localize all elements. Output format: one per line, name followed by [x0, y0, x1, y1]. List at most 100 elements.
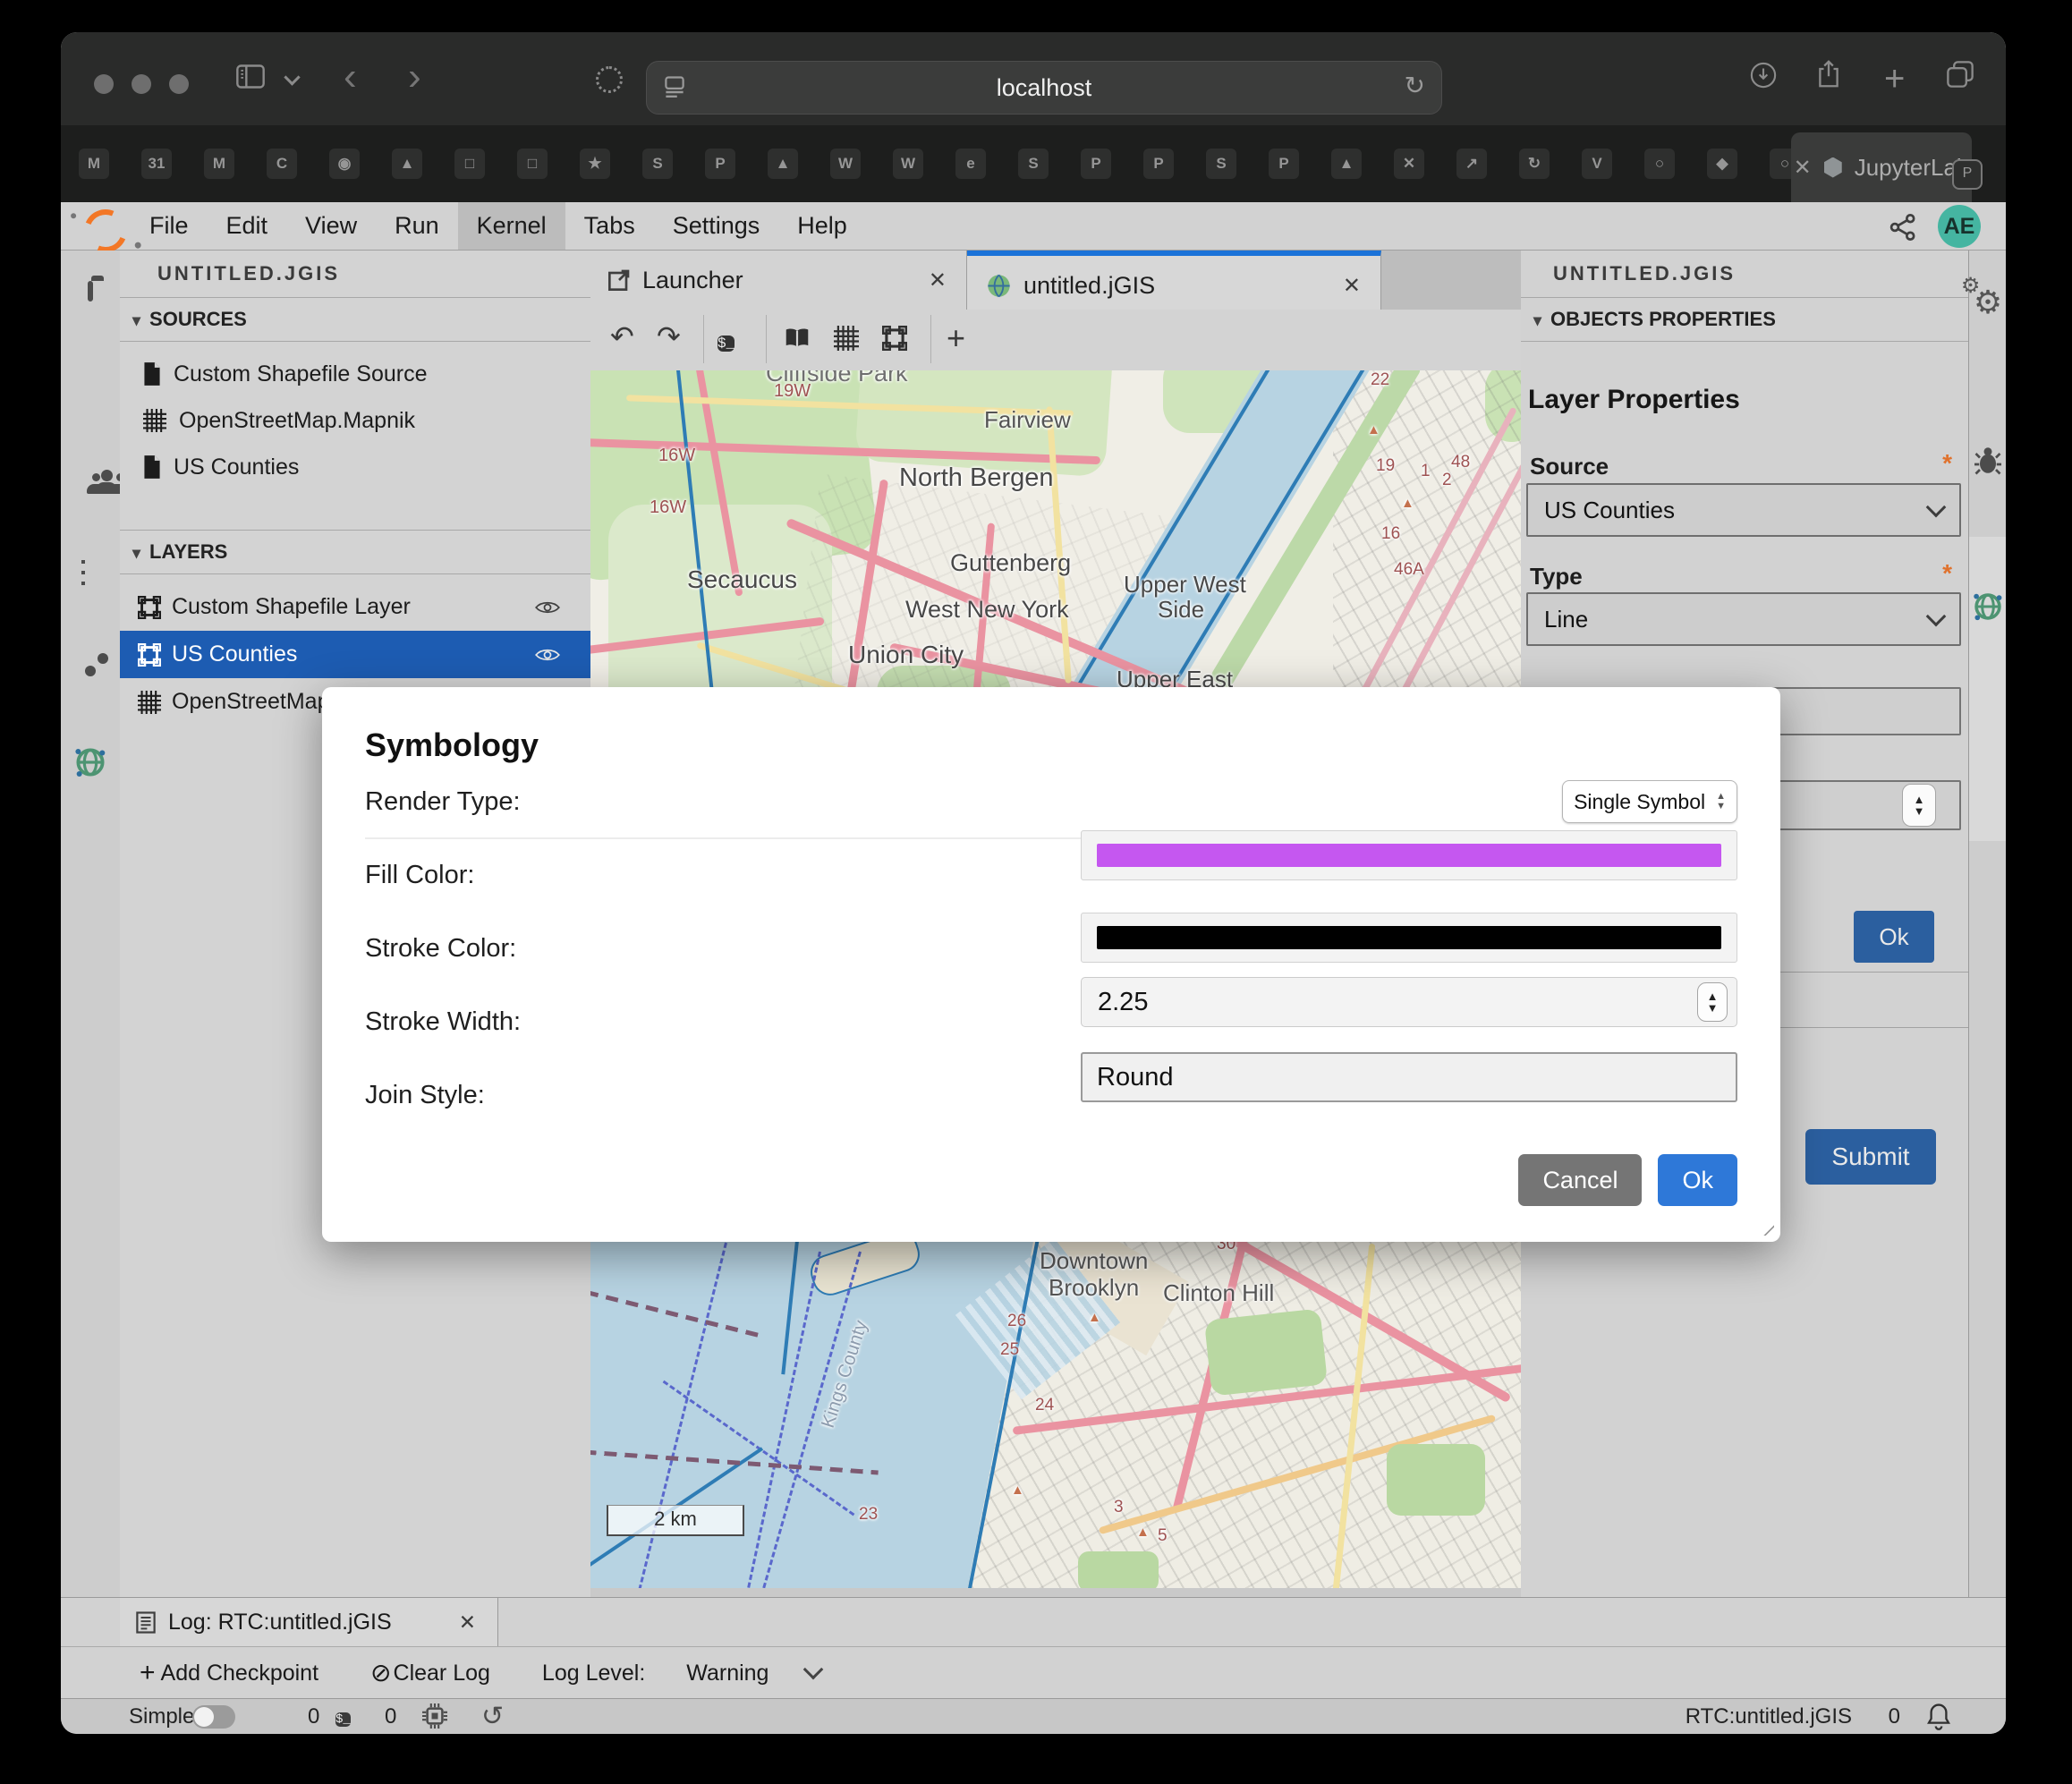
share-icon[interactable]	[1816, 59, 1841, 93]
source-select[interactable]: US Counties	[1526, 483, 1961, 537]
menu-help[interactable]: Help	[778, 202, 866, 250]
close-tab-icon[interactable]: ✕	[909, 268, 966, 293]
share-document-icon[interactable]	[1889, 214, 1916, 245]
log-console-tab[interactable]: Log: RTC:untitled.jGIS ✕	[120, 1598, 498, 1646]
new-tab-icon[interactable]: +	[1884, 61, 1905, 97]
close-tab-icon[interactable]: ✕	[437, 1610, 497, 1635]
favicon[interactable]: ▲	[1331, 149, 1362, 179]
add-layer-icon[interactable]: +	[947, 322, 965, 354]
submit-button[interactable]: Submit	[1805, 1129, 1936, 1185]
cancel-button[interactable]: Cancel	[1518, 1154, 1642, 1206]
refresh-icon[interactable]: ↻	[1405, 71, 1425, 100]
redo-icon[interactable]: ↷	[657, 322, 681, 351]
window-close-button[interactable]	[94, 74, 114, 94]
close-tab-icon[interactable]: ✕	[1794, 155, 1812, 181]
menu-settings[interactable]: Settings	[654, 202, 779, 250]
avatar[interactable]: AE	[1938, 205, 1981, 248]
favicon[interactable]: e	[955, 149, 986, 179]
forward-button[interactable]: ›	[408, 57, 421, 97]
window-zoom-button[interactable]	[169, 74, 189, 94]
favicon[interactable]: W	[893, 149, 923, 179]
source-item-us-counties[interactable]: US Counties	[120, 444, 590, 490]
menu-tabs[interactable]: Tabs	[565, 202, 654, 250]
source-item-openstreetmap[interactable]: OpenStreetMap.Mapnik	[120, 397, 590, 444]
bell-icon[interactable]	[1927, 1703, 1950, 1734]
source-item-custom-shapefile[interactable]: Custom Shapefile Source	[120, 351, 590, 397]
favicon[interactable]: ★	[580, 149, 610, 179]
sources-section-header[interactable]: ▾SOURCES	[120, 297, 590, 342]
render-type-select[interactable]: Single Symbol ▲▼	[1562, 780, 1737, 823]
menu-kernel[interactable]: Kernel	[458, 202, 565, 250]
console-icon[interactable]: $_	[718, 323, 735, 360]
ok-button[interactable]: Ok	[1658, 1154, 1737, 1206]
favicon[interactable]: 31	[141, 149, 172, 179]
menu-run[interactable]: Run	[376, 202, 458, 250]
favicon[interactable]: ↻	[1519, 149, 1550, 179]
close-tab-icon[interactable]: ✕	[1323, 273, 1380, 299]
favicon[interactable]: M	[204, 149, 234, 179]
menu-view[interactable]: View	[286, 202, 376, 250]
favicon[interactable]: □	[517, 149, 548, 179]
back-button[interactable]: ‹	[344, 57, 357, 97]
raster-layer-icon[interactable]	[834, 326, 859, 355]
favicon[interactable]: C	[267, 149, 297, 179]
favicon[interactable]: W	[830, 149, 861, 179]
tab-overview-icon[interactable]	[1947, 61, 1974, 92]
tab-untitled-jgis[interactable]: untitled.jGIS ✕	[967, 251, 1381, 315]
sidebar-toggle-icon[interactable]	[236, 64, 265, 93]
favicon[interactable]: ▲	[768, 149, 798, 179]
menu-file[interactable]: File	[131, 202, 208, 250]
favicon[interactable]: P	[1081, 149, 1111, 179]
log-level-select[interactable]: Warning	[686, 1661, 769, 1686]
favicon[interactable]: S	[1018, 149, 1049, 179]
stroke-width-input[interactable]: 2.25 ▲▼	[1081, 977, 1737, 1027]
clear-log-button[interactable]: Clear Log	[394, 1661, 490, 1686]
downloads-icon[interactable]	[1750, 62, 1777, 93]
menu-edit[interactable]: Edit	[208, 202, 287, 250]
favicon[interactable]: ○	[1644, 149, 1675, 179]
jupytergis-globe-icon[interactable]	[1972, 590, 2004, 627]
visibility-eye-icon[interactable]	[535, 647, 560, 662]
resize-handle[interactable]	[1758, 1219, 1774, 1236]
tab-launcher[interactable]: Launcher ✕	[590, 251, 967, 310]
vector-layer-icon[interactable]	[882, 326, 907, 355]
favicon[interactable]: ◉	[329, 149, 360, 179]
favicon[interactable]: S	[642, 149, 673, 179]
undo-icon[interactable]: ↶	[610, 322, 634, 351]
favicon[interactable]: S	[1206, 149, 1236, 179]
layer-item-custom-shapefile[interactable]: Custom Shapefile Layer	[120, 583, 590, 631]
favicon[interactable]: M	[79, 149, 109, 179]
favicon[interactable]: ▲	[392, 149, 422, 179]
stroke-color-input[interactable]	[1081, 913, 1737, 963]
visibility-eye-icon[interactable]	[535, 599, 560, 615]
history-icon[interactable]: ↺	[481, 1701, 504, 1732]
favicon[interactable]: V	[1582, 149, 1612, 179]
fill-color-input[interactable]	[1081, 830, 1737, 880]
layers-section-header[interactable]: ▾LAYERS	[120, 530, 590, 574]
simple-mode-toggle[interactable]	[192, 1705, 235, 1729]
property-inspector-gears-icon[interactable]: ⚙	[1974, 286, 2002, 319]
type-select[interactable]: Line	[1526, 592, 1961, 646]
favicon[interactable]: P	[1269, 149, 1299, 179]
stepper-icon[interactable]: ▲▼	[1902, 784, 1936, 827]
window-minimize-button[interactable]	[132, 74, 151, 94]
favicon[interactable]: ✕	[1394, 149, 1424, 179]
basemap-book-icon[interactable]	[784, 326, 811, 354]
favicon[interactable]: □	[454, 149, 485, 179]
join-style-select[interactable]: Round	[1081, 1052, 1737, 1102]
favicon[interactable]: ↗	[1456, 149, 1487, 179]
panel-ok-button[interactable]: Ok	[1854, 911, 1934, 963]
browser-tab-jupyterlab[interactable]: ✕ JupyterLab P	[1791, 132, 1972, 202]
add-checkpoint-button[interactable]: Add Checkpoint	[161, 1661, 319, 1686]
favicon[interactable]: P	[1143, 149, 1174, 179]
reader-icon[interactable]	[665, 76, 684, 105]
objects-properties-header[interactable]: ▾OBJECTS PROPERTIES	[1521, 297, 1968, 342]
debugger-bug-icon[interactable]	[1974, 446, 2001, 480]
favicon[interactable]: ◆	[1707, 149, 1737, 179]
address-bar[interactable]: localhost ↻	[646, 61, 1442, 115]
jupytergis-globe-icon[interactable]	[73, 745, 107, 784]
layer-item-us-counties[interactable]: US Counties	[120, 631, 590, 678]
favicon[interactable]: P	[705, 149, 735, 179]
stepper-icon[interactable]: ▲▼	[1697, 982, 1728, 1022]
file-browser-icon[interactable]	[88, 284, 93, 300]
